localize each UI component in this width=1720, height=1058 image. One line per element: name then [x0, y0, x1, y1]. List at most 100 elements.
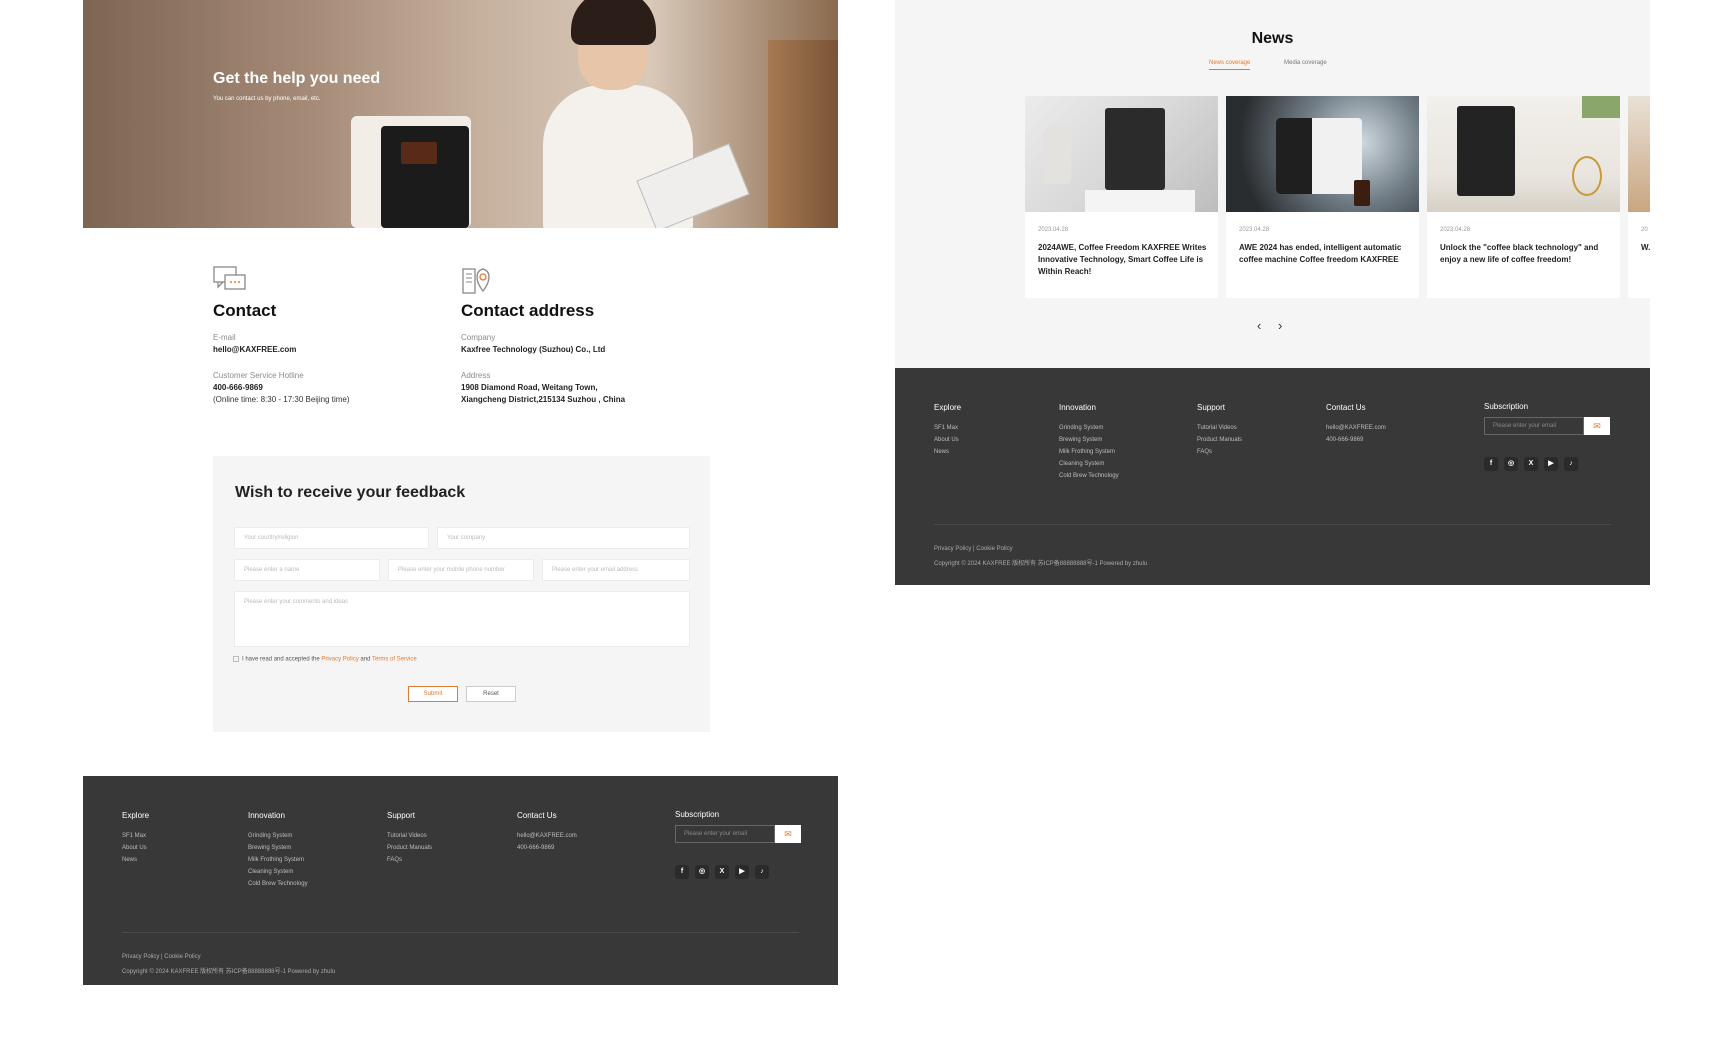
site-footer: Explore SF1 Max About Us News Innovation…: [83, 776, 838, 985]
hotline-label: Customer Service Hotline: [213, 371, 304, 380]
hero-coffee-machine-image: [351, 116, 471, 228]
reset-button[interactable]: Reset: [466, 686, 516, 702]
footer-innovation-heading: Innovation: [248, 811, 285, 820]
submit-button[interactable]: Submit: [408, 686, 458, 702]
news-card-date: 2023.04.28: [1038, 227, 1069, 233]
consent-row: I have read and accepted the Privacy Pol…: [233, 656, 417, 663]
news-card-date: 20: [1641, 227, 1648, 233]
footer-divider: [934, 524, 1611, 525]
footer-link[interactable]: Grinding System: [248, 833, 292, 839]
footer-phone[interactable]: 400-666-9869: [1326, 437, 1363, 443]
footer-support-heading: Support: [1197, 403, 1226, 412]
footer-link[interactable]: News: [934, 449, 949, 455]
footer-link[interactable]: FAQs: [1197, 449, 1212, 455]
footer-subscription-heading: Subscription: [675, 810, 720, 819]
youtube-icon[interactable]: ▶: [735, 865, 749, 879]
news-card-image: [1025, 96, 1218, 212]
x-twitter-icon[interactable]: X: [715, 865, 729, 879]
footer-link[interactable]: Brewing System: [1059, 437, 1102, 443]
privacy-policy-link[interactable]: Privacy Policy: [321, 657, 358, 663]
facebook-icon[interactable]: f: [1484, 457, 1498, 471]
hero-person-image: [483, 0, 750, 228]
news-card-title[interactable]: 2024AWE, Coffee Freedom KAXFREE Writes I…: [1038, 242, 1208, 278]
footer-link[interactable]: Tutorial Videos: [1197, 425, 1237, 431]
comments-textarea[interactable]: Please enter your comments and ideas: [234, 591, 690, 647]
footer-divider: [122, 932, 799, 933]
news-card[interactable]: 2023.04.28 AWE 2024 has ended, intellige…: [1226, 96, 1419, 298]
subscribe-email-input[interactable]: Please enter your email: [675, 825, 775, 843]
footer-link[interactable]: Milk Frothing System: [248, 857, 304, 863]
footer-subscription-heading: Subscription: [1484, 402, 1529, 411]
facebook-icon[interactable]: f: [675, 865, 689, 879]
company-label: Company: [461, 333, 496, 342]
news-card[interactable]: 20 W... C...: [1628, 96, 1650, 298]
terms-link[interactable]: Terms of Service: [372, 657, 417, 663]
country-input[interactable]: Your country/religion: [234, 527, 429, 549]
footer-link[interactable]: SF1 Max: [934, 425, 958, 431]
hero-title: Get the help you need: [213, 70, 381, 87]
carousel-prev-icon[interactable]: ‹: [1257, 318, 1261, 333]
footer-link[interactable]: FAQs: [387, 857, 402, 863]
legal-links[interactable]: Privacy Policy | Cookie Policy: [934, 546, 1013, 552]
subscribe-email-input[interactable]: Please enter your email: [1484, 417, 1584, 435]
news-card[interactable]: 2023.04.28 Unlock the "coffee black tech…: [1427, 96, 1620, 298]
tab-media-coverage[interactable]: Media coverage: [1284, 60, 1327, 66]
footer-link[interactable]: Product Manuals: [1197, 437, 1242, 443]
phone-input[interactable]: Please enter your mobile phone number: [388, 559, 534, 581]
footer-link[interactable]: Grinding System: [1059, 425, 1103, 431]
location-icon: [462, 268, 490, 294]
hotline-note: (Online time: 8:30 - 17:30 Beijing time): [213, 395, 350, 404]
footer-link[interactable]: Cleaning System: [1059, 461, 1104, 467]
footer-email[interactable]: hello@KAXFREE.com: [1326, 425, 1386, 431]
consent-checkbox[interactable]: [233, 656, 239, 662]
news-card-image: [1226, 96, 1419, 212]
news-section: News News coverage Media coverage 2023.0…: [895, 0, 1650, 368]
tab-news-coverage[interactable]: News coverage: [1209, 60, 1251, 70]
hero-banner: Get the help you need You can contact us…: [83, 0, 838, 228]
contact-page: Get the help you need You can contact us…: [83, 0, 838, 985]
news-card-title[interactable]: AWE 2024 has ended, intelligent automati…: [1239, 242, 1409, 266]
consent-text: I have read and accepted the: [242, 656, 322, 663]
footer-contact-heading: Contact Us: [517, 811, 557, 820]
footer-link[interactable]: Cold Brew Technology: [248, 881, 308, 887]
email-input[interactable]: Please enter your email address: [542, 559, 690, 581]
footer-link[interactable]: Brewing System: [248, 845, 291, 851]
footer-link[interactable]: Tutorial Videos: [387, 833, 427, 839]
footer-email[interactable]: hello@KAXFREE.com: [517, 833, 577, 839]
footer-support-heading: Support: [387, 811, 416, 820]
tiktok-icon[interactable]: ♪: [755, 865, 769, 879]
footer-link[interactable]: Cleaning System: [248, 869, 293, 875]
footer-link[interactable]: Product Manuals: [387, 845, 432, 851]
news-card[interactable]: 2023.04.28 2024AWE, Coffee Freedom KAXFR…: [1025, 96, 1218, 298]
subscribe-mail-icon[interactable]: ✉: [1584, 417, 1610, 435]
chat-icon: [213, 266, 246, 290]
footer-link[interactable]: Milk Frothing System: [1059, 449, 1115, 455]
youtube-icon[interactable]: ▶: [1544, 457, 1558, 471]
email-value[interactable]: hello@KAXFREE.com: [213, 345, 296, 354]
legal-links[interactable]: Privacy Policy | Cookie Policy: [122, 954, 201, 960]
x-twitter-icon[interactable]: X: [1524, 457, 1538, 471]
footer-explore-heading: Explore: [122, 811, 150, 820]
subscribe-mail-icon[interactable]: ✉: [775, 825, 801, 843]
footer-link[interactable]: Cold Brew Technology: [1059, 473, 1119, 479]
tiktok-icon[interactable]: ♪: [1564, 457, 1578, 471]
footer-innovation-heading: Innovation: [1059, 403, 1096, 412]
address-line1: 1908 Diamond Road, Weitang Town,: [461, 383, 598, 392]
hero-subtitle: You can contact us by phone, email, etc.: [213, 96, 321, 102]
instagram-icon[interactable]: ◎: [695, 865, 709, 879]
news-card-title[interactable]: W... C...: [1641, 242, 1650, 254]
company-input[interactable]: Your company: [437, 527, 690, 549]
news-card-title[interactable]: Unlock the "coffee black technology" and…: [1440, 242, 1610, 266]
footer-link[interactable]: SF1 Max: [122, 833, 146, 839]
name-input[interactable]: Please enter a name: [234, 559, 380, 581]
footer-explore-heading: Explore: [934, 403, 962, 412]
instagram-icon[interactable]: ◎: [1504, 457, 1518, 471]
carousel-next-icon[interactable]: ›: [1278, 318, 1282, 333]
footer-link[interactable]: About Us: [934, 437, 959, 443]
news-card-date: 2023.04.28: [1239, 227, 1270, 233]
hotline-value[interactable]: 400-666-9869: [213, 383, 263, 392]
footer-link[interactable]: News: [122, 857, 137, 863]
address-label: Address: [461, 371, 491, 380]
footer-link[interactable]: About Us: [122, 845, 147, 851]
footer-phone[interactable]: 400-666-9869: [517, 845, 554, 851]
